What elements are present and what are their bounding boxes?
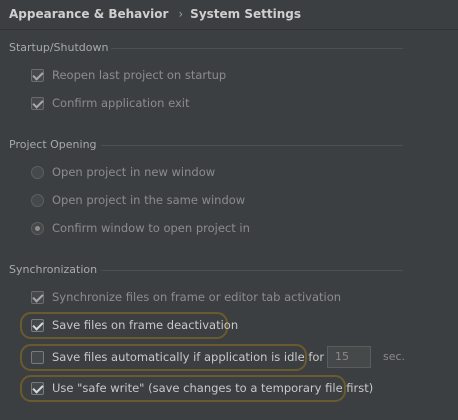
sync-files-checkbox[interactable] <box>31 290 44 304</box>
save-when-idle-option[interactable]: Save files automatically if application … <box>31 348 324 366</box>
save-when-idle-checkbox[interactable] <box>31 350 44 364</box>
breadcrumb-parent[interactable]: Appearance & Behavior <box>9 7 168 21</box>
section-divider <box>101 145 403 146</box>
save-on-deactivation-option[interactable]: Save files on frame deactivation <box>31 316 238 334</box>
open-new-window-radio[interactable] <box>31 165 44 179</box>
breadcrumb: Appearance & Behavior › System Settings <box>9 7 301 21</box>
section-title-startup: Startup/Shutdown <box>9 41 109 54</box>
open-new-window-label: Open project in new window <box>52 165 216 179</box>
section-title-project-opening: Project Opening <box>9 138 97 151</box>
settings-header: Appearance & Behavior › System Settings <box>0 0 458 30</box>
open-new-window-option[interactable]: Open project in new window <box>31 163 215 181</box>
safe-write-label: Use "safe write" (save changes to a temp… <box>52 381 374 395</box>
idle-seconds-unit: sec. <box>383 350 406 363</box>
confirm-window-option[interactable]: Confirm window to open project in <box>31 219 250 237</box>
confirm-window-label: Confirm window to open project in <box>52 221 250 235</box>
safe-write-option[interactable]: Use "safe write" (save changes to a temp… <box>31 379 373 397</box>
safe-write-checkbox[interactable] <box>31 381 44 395</box>
confirm-window-radio[interactable] <box>31 221 44 235</box>
sync-files-option[interactable]: Synchronize files on frame or editor tab… <box>31 288 341 306</box>
section-title-synchronization: Synchronization <box>9 263 98 276</box>
section-divider <box>111 48 403 49</box>
system-settings-page: Appearance & Behavior › System Settings … <box>0 0 458 420</box>
save-on-deactivation-label: Save files on frame deactivation <box>52 318 239 332</box>
reopen-last-project-label: Reopen last project on startup <box>52 68 227 82</box>
sync-files-label: Synchronize files on frame or editor tab… <box>52 290 342 304</box>
confirm-exit-checkbox[interactable] <box>31 96 44 110</box>
reopen-last-project-checkbox[interactable] <box>31 68 44 82</box>
confirm-exit-option[interactable]: Confirm application exit <box>31 94 189 112</box>
confirm-exit-label: Confirm application exit <box>52 96 190 110</box>
open-same-window-option[interactable]: Open project in the same window <box>31 191 245 209</box>
breadcrumb-current: System Settings <box>190 7 301 21</box>
reopen-last-project-option[interactable]: Reopen last project on startup <box>31 66 226 84</box>
open-same-window-label: Open project in the same window <box>52 193 246 207</box>
chevron-right-icon: › <box>178 7 184 21</box>
save-on-deactivation-checkbox[interactable] <box>31 318 44 332</box>
idle-seconds-input[interactable]: 15 <box>327 346 371 368</box>
section-divider <box>101 270 403 271</box>
open-same-window-radio[interactable] <box>31 193 44 207</box>
save-when-idle-label: Save files automatically if application … <box>52 350 325 364</box>
